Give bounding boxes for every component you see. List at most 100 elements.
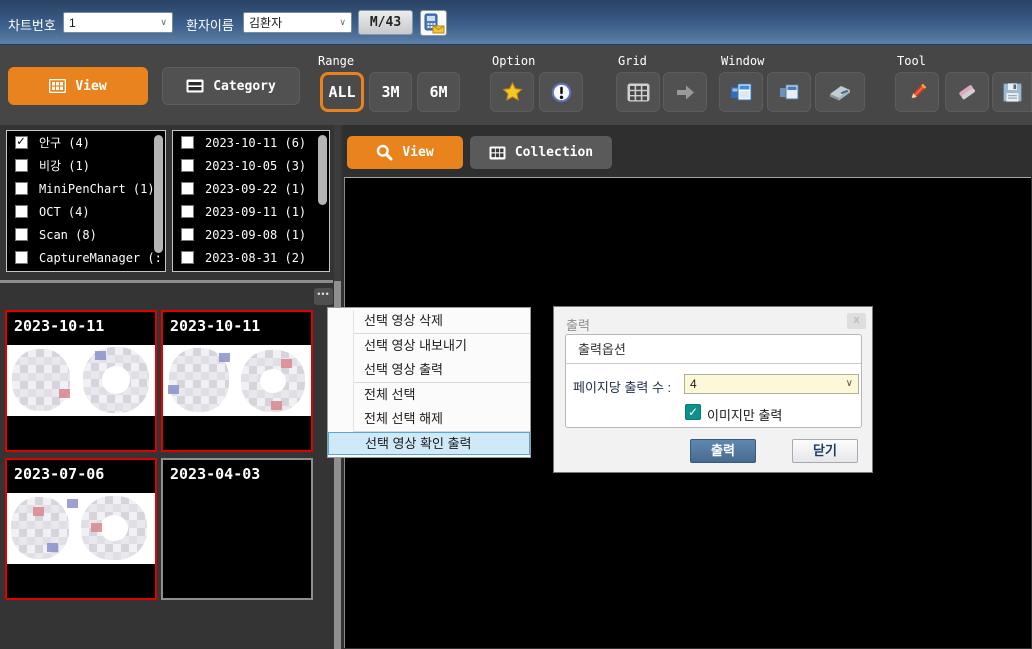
patient-name-value: 김환자 [249,14,282,31]
per-page-select[interactable]: 4 ∨ [684,374,859,394]
thumbnail-date: 2023-07-06 [14,465,104,483]
apply-grid-button[interactable] [663,72,707,112]
list-item[interactable]: 2023-09-08 (1) [173,223,329,246]
menu-item-delete-selected[interactable]: 선택 영상 삭제 [328,309,530,333]
patient-header-bar: 차트번호 1 ∨ 환자이름 김환자 ∨ M/43 [0,0,1032,45]
window-secondary-icon [779,84,799,101]
checkbox[interactable] [15,159,28,172]
tab-view[interactable]: View [347,136,463,169]
menu-item-select-all[interactable]: 전체 선택 [328,383,530,407]
checkbox[interactable] [15,251,28,264]
category-filter-list: ✓ 안구 (4) 비강 (1) MiniPenChart (1) OCT (4)… [6,130,166,272]
print-options-title: 출력옵션 [566,335,861,364]
application-window: 차트번호 1 ∨ 환자이름 김환자 ∨ M/43 [0,0,1032,649]
grid-layout-button[interactable] [616,72,660,112]
print-options-group: 출력옵션 페이지당 출력 수 : 4 ∨ ✓ 이미지만 출력 [565,334,862,428]
checkbox[interactable]: ✓ [15,136,28,149]
range-all-button[interactable]: ALL [320,72,364,112]
date-list-scrollbar[interactable] [318,135,327,205]
range-6m-button[interactable]: 6M [417,72,460,112]
checkbox[interactable] [181,136,194,149]
image-only-label: 이미지만 출력 [707,405,782,424]
list-item[interactable]: ✓ 안구 (4) [7,131,165,154]
checkbox[interactable] [181,251,194,264]
menu-item-confirm-print-selected[interactable]: 선택 영상 확인 출력 [328,432,530,455]
thumbnail-selected[interactable]: 2023-10-11 [5,310,157,452]
image-only-checkbox[interactable]: ✓ [685,404,701,420]
list-item[interactable]: Scan (8) [7,223,165,246]
dialog-title: 출력 [566,315,590,334]
pen-icon [907,82,928,103]
patient-name-select[interactable]: 김환자 ∨ [243,12,352,33]
window-primary-button[interactable] [719,72,763,112]
chart-number-select[interactable]: 1 ∨ [63,12,173,33]
checkbox[interactable] [15,205,28,218]
chevron-down-icon: ∨ [339,18,346,27]
checkbox[interactable] [15,182,28,195]
thumbnail-date: 2023-04-03 [170,465,260,483]
menu-item-deselect-all[interactable]: 전체 선택 해제 [328,407,530,431]
list-item[interactable]: 2023-09-11 (1) [173,200,329,223]
tab-collection[interactable]: Collection [470,136,612,169]
important-button[interactable] [539,72,583,112]
per-page-value: 4 [690,377,697,391]
list-item[interactable]: 2023-08-31 (2) [173,246,329,269]
list-item[interactable]: 2023-10-05 (3) [173,154,329,177]
menu-item-export-selected[interactable]: 선택 영상 내보내기 [328,334,530,358]
thumbnail-image [163,345,311,416]
check-icon: ✓ [17,134,25,149]
checkbox[interactable] [181,205,194,218]
pen-tool-button[interactable] [895,72,939,112]
panel-splitter [0,280,333,283]
send-to-device-button[interactable] [420,10,447,36]
checkbox[interactable] [181,228,194,241]
date-filter-list: 2023-10-11 (6) 2023-10-05 (3) 2023-09-22… [172,130,330,272]
main-toolbar: View Category Range ALL 3M 6M Option [0,45,1032,125]
chart-number-label: 차트번호 [8,15,56,34]
view-button-label: View [75,79,106,94]
option-section-label: Option [492,54,535,68]
grid-view-icon [49,79,66,93]
list-item[interactable]: 비강 (1) [7,154,165,177]
checkbox[interactable] [181,182,194,195]
list-item[interactable]: 2023-09-22 (1) [173,177,329,200]
category-list-scrollbar[interactable] [154,135,163,253]
tab-view-label: View [402,145,433,160]
checkbox[interactable] [15,228,28,241]
window-secondary-button[interactable] [767,72,811,112]
range-3m-button[interactable]: 3M [369,72,412,112]
list-item[interactable]: 2023-10-11 (6) [173,131,329,154]
grid-layout-icon [627,83,650,102]
print-button[interactable]: 출력 [690,439,756,463]
thumbnail-image [7,345,155,416]
close-button[interactable]: 닫기 [792,439,858,463]
list-item[interactable]: CaptureManager (: [7,246,165,269]
more-options-button[interactable]: ••• [314,288,333,305]
eraser-tool-button[interactable] [945,72,989,112]
save-icon [1002,82,1023,103]
window-primary-icon [730,83,752,102]
window-section-label: Window [721,54,764,68]
chevron-down-icon: ∨ [160,18,167,27]
print-dialog: 출력 x 출력옵션 페이지당 출력 수 : 4 ∨ ✓ 이미지만 출력 출력 닫… [553,306,873,473]
per-page-label: 페이지당 출력 수 : [573,377,671,396]
thumbnail-selected[interactable]: 2023-07-06 [5,458,157,600]
list-item[interactable]: MiniPenChart (1) [7,177,165,200]
category-button-label: Category [213,79,276,94]
category-mode-button[interactable]: Category [162,67,300,105]
favorite-button[interactable] [490,72,534,112]
search-icon [376,144,393,161]
tool-section-label: Tool [897,54,926,68]
view-mode-button[interactable]: View [8,67,148,105]
checkbox[interactable] [181,159,194,172]
arrow-right-icon [676,85,695,100]
grid-section-label: Grid [618,54,647,68]
scanner-icon [828,83,852,102]
menu-item-print-selected[interactable]: 선택 영상 출력 [328,358,530,382]
close-icon[interactable]: x [847,313,866,329]
list-item[interactable]: OCT (4) [7,200,165,223]
scanner-button[interactable] [815,72,865,112]
save-tool-button[interactable] [992,72,1032,112]
thumbnail-selected[interactable]: 2023-10-11 [161,310,313,452]
thumbnail-unselected[interactable]: 2023-04-03 [161,458,313,600]
